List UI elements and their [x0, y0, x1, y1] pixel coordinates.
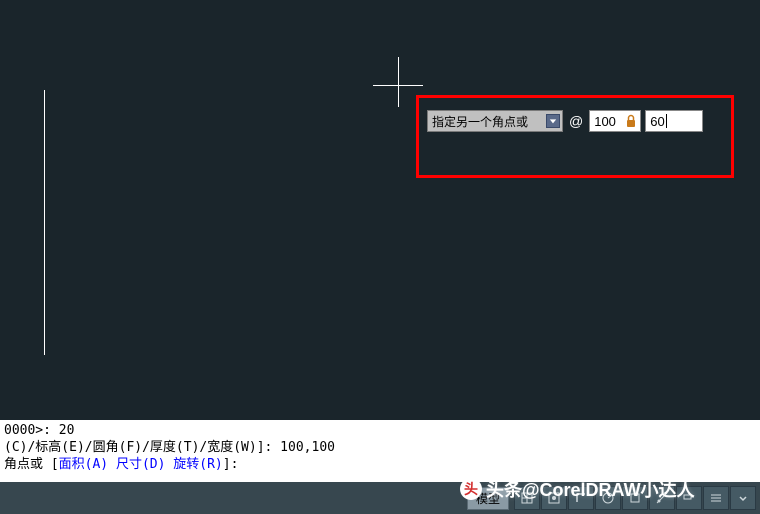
lock-icon — [625, 114, 637, 128]
y-coordinate-input[interactable]: 60 — [645, 110, 703, 132]
prompt-label: 指定另一个角点或 — [432, 113, 528, 130]
command-history-2: (C)/标高(E)/圆角(F)/厚度(T)/宽度(W)]: 100,100 — [4, 439, 756, 456]
dynamic-input-tooltip: 指定另一个角点或 @ 100 60 — [427, 110, 703, 132]
command-history-1: 0000>: 20 — [4, 422, 756, 439]
y-value: 60 — [650, 114, 664, 129]
at-symbol: @ — [567, 113, 585, 129]
x-coordinate-input[interactable]: 100 — [589, 110, 641, 132]
command-line-area[interactable]: 0000>: 20 (C)/标高(E)/圆角(F)/厚度(T)/宽度(W)]: … — [0, 420, 760, 482]
more-toggle[interactable] — [730, 486, 756, 510]
watermark-text: 头条@CorelDRAW小达人 — [486, 476, 695, 502]
watermark-logo-icon: 头 — [460, 478, 482, 500]
prompt-dropdown[interactable]: 指定另一个角点或 — [427, 110, 563, 132]
command-prompt: 角点或 [面积(A) 尺寸(D) 旋转(R)]: — [4, 456, 756, 473]
drawn-line — [44, 90, 45, 355]
highlight-annotation — [416, 95, 734, 178]
dropdown-icon[interactable] — [546, 114, 560, 128]
watermark: 头 头条@CorelDRAW小达人 — [460, 476, 695, 502]
lwt-toggle[interactable] — [703, 486, 729, 510]
text-cursor — [666, 114, 667, 128]
x-value: 100 — [594, 114, 616, 129]
drawing-canvas[interactable]: 指定另一个角点或 @ 100 60 — [0, 0, 760, 420]
